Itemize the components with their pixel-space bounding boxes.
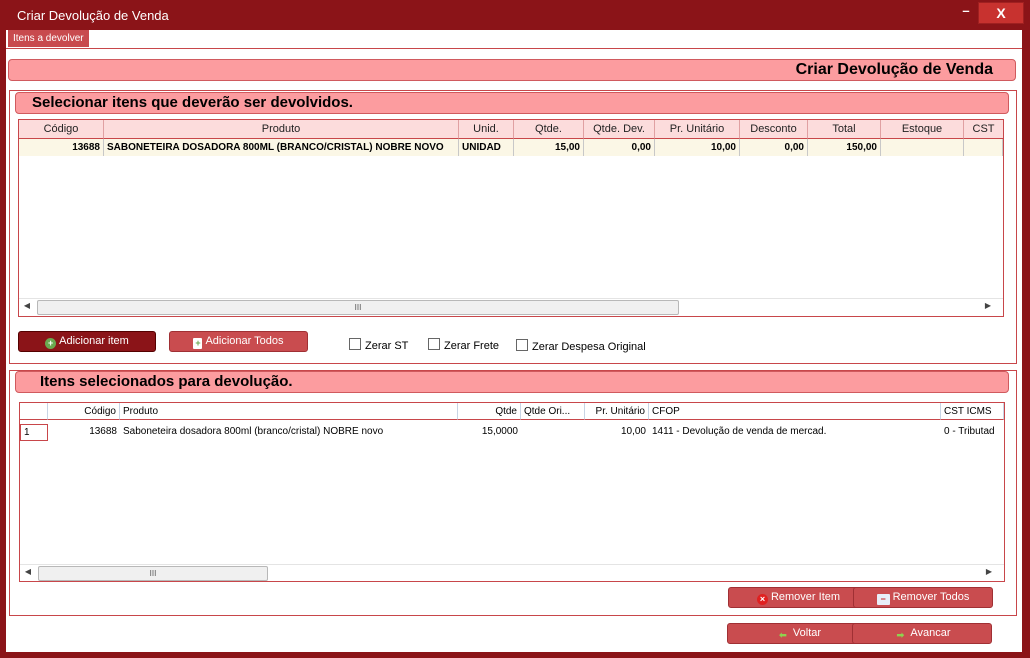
col-desconto[interactable]: Desconto xyxy=(740,120,808,139)
add-item-label: Adicionar item xyxy=(59,335,129,347)
select-items-title: Selecionar itens que deverão ser devolvi… xyxy=(32,94,353,111)
col-unid[interactable]: Unid. xyxy=(459,120,514,139)
tab-itens-a-devolver[interactable]: Itens a devolver xyxy=(8,30,89,47)
zerar-frete-checkbox[interactable]: Zerar Frete xyxy=(428,338,499,352)
select-items-section: Selecionar itens que deverão ser devolvi… xyxy=(9,90,1017,364)
zerar-st-label: Zerar ST xyxy=(365,340,409,352)
scroll-right-icon[interactable]: ▶ xyxy=(981,301,995,310)
col-codigo[interactable]: Código xyxy=(48,403,120,420)
scroll-thumb[interactable]: III xyxy=(38,566,268,581)
horizontal-scrollbar[interactable]: ◀ III ▶ xyxy=(20,564,1004,581)
next-label: Avancar xyxy=(910,627,951,639)
checkbox-box[interactable] xyxy=(428,338,440,350)
select-items-banner: Selecionar itens que deverão ser devolvi… xyxy=(15,92,1009,114)
back-label: Voltar xyxy=(792,627,822,639)
page-header: Criar Devolução de Venda xyxy=(8,59,1016,81)
remove-item-button[interactable]: × Remover Item xyxy=(728,587,869,608)
close-button[interactable]: X xyxy=(978,2,1024,24)
selected-items-banner: Itens selecionados para devolução. xyxy=(15,371,1009,393)
remove-item-label: Remover Item xyxy=(770,591,841,603)
col-codigo[interactable]: Código xyxy=(19,120,104,139)
title-bar: Criar Devolução de Venda – X xyxy=(0,0,1030,30)
col-qtde-dev[interactable]: Qtde. Dev. xyxy=(584,120,655,139)
next-button[interactable]: ➡ Avancar xyxy=(852,623,992,644)
cell-qtde: 15,0000 xyxy=(481,426,518,437)
scroll-left-icon[interactable]: ◀ xyxy=(20,301,34,310)
add-item-button[interactable]: + Adicionar item xyxy=(18,331,156,352)
cell-codigo: 13688 xyxy=(89,426,117,437)
remove-all-button[interactable]: − Remover Todos xyxy=(853,587,993,608)
zerar-st-checkbox[interactable]: Zerar ST xyxy=(349,338,408,352)
selected-items-title: Itens selecionados para devolução. xyxy=(40,373,293,390)
cell-produto: Saboneteira dosadora 800ml (branco/crist… xyxy=(123,426,384,437)
client-area: Itens a devolver Criar Devolução de Vend… xyxy=(6,30,1022,652)
document-add-icon: + xyxy=(193,338,203,349)
scroll-grip: III xyxy=(354,303,362,312)
cell-cfop: 1411 - Devolução de venda de mercad. xyxy=(652,426,827,437)
checkbox-box[interactable] xyxy=(349,338,361,350)
tab-bar: Itens a devolver xyxy=(6,30,1022,49)
col-qtde[interactable]: Qtde xyxy=(458,403,521,420)
cell-codigo: 13688 xyxy=(19,139,104,156)
col-index xyxy=(20,403,48,420)
cell-pr-unitario: 10,00 xyxy=(655,139,740,156)
col-total[interactable]: Total xyxy=(808,120,881,139)
row-index: 1 xyxy=(20,424,48,441)
plus-icon: + xyxy=(45,338,57,349)
scroll-right-icon[interactable]: ▶ xyxy=(982,567,996,576)
cell-qtde: 15,00 xyxy=(514,139,584,156)
page-title: Criar Devolução de Venda xyxy=(795,61,993,78)
scroll-left-icon[interactable]: ◀ xyxy=(21,567,35,576)
col-produto[interactable]: Produto xyxy=(120,403,458,420)
checkbox-box[interactable] xyxy=(516,339,528,351)
cell-desconto: 0,00 xyxy=(740,139,808,156)
scroll-grip: III xyxy=(149,569,157,578)
zerar-frete-label: Zerar Frete xyxy=(444,340,500,352)
horizontal-scrollbar[interactable]: ◀ III ▶ xyxy=(19,298,1003,315)
col-estoque[interactable]: Estoque xyxy=(881,120,964,139)
cell-total: 150,00 xyxy=(808,139,881,156)
remove-all-label: Remover Todos xyxy=(892,591,970,603)
col-cst[interactable]: CST xyxy=(964,120,1003,139)
app-window: Criar Devolução de Venda – X Itens a dev… xyxy=(0,0,1030,658)
cell-pr-unitario: 10,00 xyxy=(620,426,646,437)
available-items-grid[interactable]: Código Produto Unid. Qtde. Qtde. Dev. Pr… xyxy=(18,119,1004,317)
cell-estoque xyxy=(881,139,964,156)
back-button[interactable]: ⬅ Voltar xyxy=(727,623,870,644)
cell-produto: SABONETEIRA DOSADORA 800ML (BRANCO/CRIST… xyxy=(104,139,459,156)
col-pr-unitario[interactable]: Pr. Unitário xyxy=(585,403,649,420)
zerar-despesa-label: Zerar Despesa Original xyxy=(532,341,646,353)
col-qtde-ori[interactable]: Qtde Ori... xyxy=(521,403,585,420)
add-all-label: Adicionar Todos xyxy=(205,335,284,347)
zerar-despesa-checkbox[interactable]: Zerar Despesa Original xyxy=(516,339,646,353)
col-cfop[interactable]: CFOP xyxy=(649,403,941,420)
col-qtde[interactable]: Qtde. xyxy=(514,120,584,139)
selected-items-grid[interactable]: Código Produto Qtde Qtde Ori... Pr. Unit… xyxy=(19,402,1005,582)
window-title: Criar Devolução de Venda xyxy=(17,8,169,23)
scroll-thumb[interactable]: III xyxy=(37,300,679,315)
window-remove-icon: − xyxy=(876,594,890,605)
cell-qtde-dev[interactable]: 0,00 xyxy=(584,139,655,156)
add-all-button[interactable]: + Adicionar Todos xyxy=(169,331,308,352)
selected-items-section: Itens selecionados para devolução. Códig… xyxy=(9,370,1017,616)
minimize-button[interactable]: – xyxy=(955,4,977,22)
cell-cst xyxy=(964,139,1003,156)
arrow-right-icon: ➡ xyxy=(896,630,905,640)
cell-cst-icms: 0 - Tributad xyxy=(944,426,995,437)
cell-qtde-ori xyxy=(521,423,585,440)
cell-unid: UNIDAD xyxy=(459,139,514,156)
col-pr-unitario[interactable]: Pr. Unitário xyxy=(655,120,740,139)
remove-icon: × xyxy=(756,594,768,605)
arrow-left-icon: ⬅ xyxy=(779,630,787,640)
col-produto[interactable]: Produto xyxy=(104,120,459,139)
col-cst-icms[interactable]: CST ICMS xyxy=(941,403,1004,420)
